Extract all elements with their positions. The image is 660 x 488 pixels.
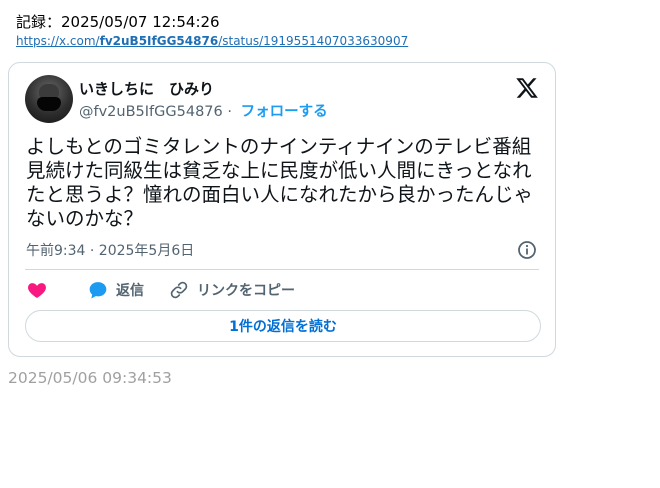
url-prefix: https://x.com/ bbox=[16, 34, 100, 48]
heart-icon bbox=[28, 283, 46, 298]
url-suffix: /status/1919551407033630907 bbox=[218, 34, 409, 48]
avatar-mask bbox=[37, 97, 61, 111]
posted-time[interactable]: 午前9:34 · 2025年5月6日 bbox=[26, 240, 194, 260]
link-icon bbox=[170, 281, 188, 299]
reply-button[interactable]: 返信 bbox=[88, 279, 144, 301]
read-replies-button[interactable]: 1件の返信を読む bbox=[25, 310, 541, 342]
reply-bubble-icon bbox=[89, 282, 107, 299]
tweet-card: いきしちに ひみり @fv2uB5IfGG54876 · フォローする よしもと… bbox=[8, 62, 556, 357]
like-button[interactable] bbox=[27, 279, 47, 301]
separator-dot: · bbox=[222, 104, 237, 120]
footer-timestamp: 2025/05/06 09:34:53 bbox=[8, 369, 172, 387]
copy-link-label: リンクをコピー bbox=[197, 283, 295, 299]
x-logo-icon[interactable] bbox=[515, 76, 539, 100]
reply-label: 返信 bbox=[116, 283, 144, 299]
author-name[interactable]: いきしちに ひみり bbox=[79, 78, 214, 99]
avatar-face bbox=[39, 84, 59, 98]
author-handle-row: @fv2uB5IfGG54876 · フォローする bbox=[79, 100, 328, 121]
tweet-text: よしもとのゴミタレントのナインティナインのテレビ番組見続けた同級生は貧乏な上に民… bbox=[26, 135, 534, 230]
url-handle: fv2uB5IfGG54876 bbox=[99, 34, 219, 48]
follow-button[interactable]: フォローする bbox=[241, 104, 328, 120]
avatar[interactable] bbox=[25, 75, 73, 123]
info-icon[interactable] bbox=[517, 240, 537, 260]
record-timestamp: 記録：2025/05/07 12:54:26 bbox=[16, 13, 220, 31]
tweet-url-link[interactable]: https://x.com/fv2uB5IfGG54876/status/191… bbox=[16, 34, 408, 48]
divider bbox=[25, 269, 539, 270]
author-handle[interactable]: @fv2uB5IfGG54876 bbox=[79, 104, 223, 120]
copy-link-button[interactable]: リンクをコピー bbox=[169, 279, 295, 301]
